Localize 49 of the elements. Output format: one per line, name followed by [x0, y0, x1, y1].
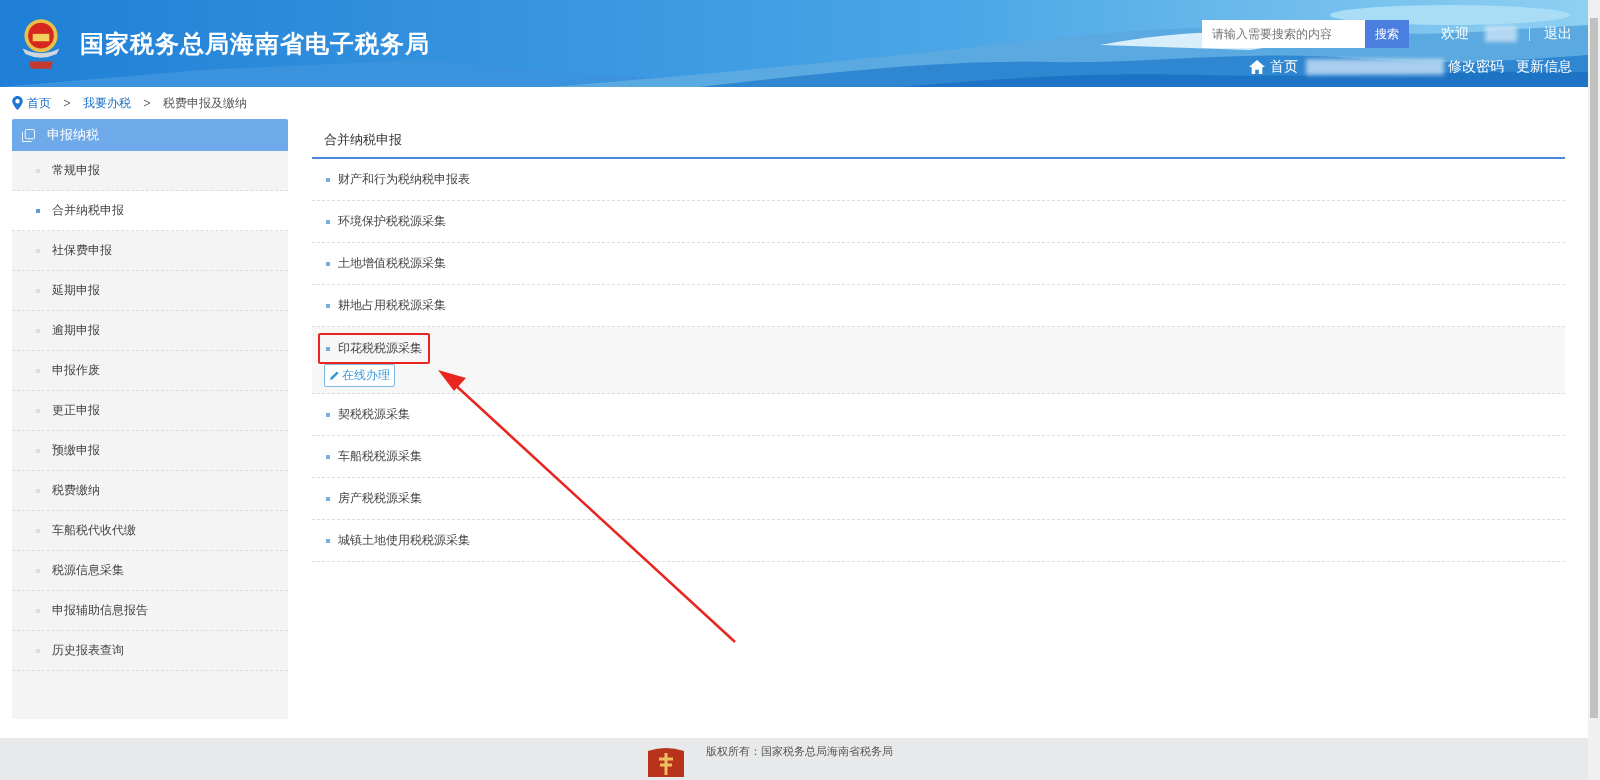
- list-item-link[interactable]: 车船税税源采集: [326, 448, 422, 465]
- list-item-link[interactable]: 财产和行为税纳税申报表: [326, 171, 470, 188]
- home-link[interactable]: 首页: [1270, 58, 1298, 76]
- sidebar-title: 申报纳税: [47, 126, 99, 144]
- list-item-link[interactable]: 城镇土地使用税税源采集: [326, 532, 470, 549]
- breadcrumb-current: 税费申报及缴纳: [163, 94, 247, 112]
- list-row[interactable]: 印花税税源采集 在线办理: [312, 327, 1565, 394]
- sidebar-item[interactable]: 社保费申报: [12, 231, 288, 271]
- list-item-link[interactable]: 环境保护税税源采集: [326, 213, 446, 230]
- site-title: 国家税务总局海南省电子税务局: [80, 28, 430, 60]
- list-row[interactable]: 土地增值税税源采集: [312, 243, 1565, 285]
- list-row[interactable]: 契税税源采集: [312, 394, 1565, 436]
- location-pin-icon: [12, 96, 23, 110]
- list-item-link[interactable]: 房产税税源采集: [326, 490, 422, 507]
- sidebar-item[interactable]: 申报辅助信息报告: [12, 591, 288, 631]
- copyright-text: 版权所有：国家税务总局海南省税务局: [706, 744, 893, 759]
- list-item-link[interactable]: 印花税税源采集: [326, 340, 422, 357]
- sidebar-item[interactable]: 预缴申报: [12, 431, 288, 471]
- sidebar-item[interactable]: 车船税代收代缴: [12, 511, 288, 551]
- list-row[interactable]: 环境保护税税源采集: [312, 201, 1565, 243]
- sidebar-item[interactable]: 更正申报: [12, 391, 288, 431]
- home-icon: [1248, 59, 1266, 75]
- welcome-text: 欢迎: [1441, 25, 1469, 43]
- list-row[interactable]: 车船税税源采集: [312, 436, 1565, 478]
- breadcrumb-link[interactable]: 首页: [27, 94, 51, 112]
- list-row[interactable]: 城镇土地使用税税源采集: [312, 520, 1565, 562]
- update-info-link[interactable]: 更新信息: [1516, 58, 1572, 76]
- scrollbar[interactable]: [1588, 0, 1600, 780]
- sidebar-item[interactable]: 历史报表查询: [12, 631, 288, 671]
- breadcrumb-link[interactable]: 我要办税: [83, 94, 131, 112]
- list-item-link[interactable]: 契税税源采集: [326, 406, 410, 423]
- list-item-link[interactable]: 土地增值税税源采集: [326, 255, 446, 272]
- list-row[interactable]: 房产税税源采集: [312, 478, 1565, 520]
- sidebar-item[interactable]: 申报作废: [12, 351, 288, 391]
- change-password-link[interactable]: 修改密码: [1448, 58, 1504, 76]
- sidebar-item[interactable]: 逾期申报: [12, 311, 288, 351]
- section-title: 合并纳税申报: [312, 123, 1565, 159]
- list-row[interactable]: 财产和行为税纳税申报表: [312, 159, 1565, 201]
- chevron-icon: [143, 99, 151, 107]
- sidebar-item[interactable]: 合并纳税申报: [12, 191, 288, 231]
- search-button[interactable]: 搜索: [1365, 20, 1409, 48]
- sidebar-item[interactable]: 延期申报: [12, 271, 288, 311]
- blurred-patch: [1485, 26, 1517, 42]
- window-icon: [22, 128, 35, 142]
- sidebar-item[interactable]: 税费缴纳: [12, 471, 288, 511]
- chevron-icon: [63, 99, 71, 107]
- pencil-icon: [329, 370, 340, 381]
- sidebar-item[interactable]: 税源信息采集: [12, 551, 288, 591]
- list-item-link[interactable]: 耕地占用税税源采集: [326, 297, 446, 314]
